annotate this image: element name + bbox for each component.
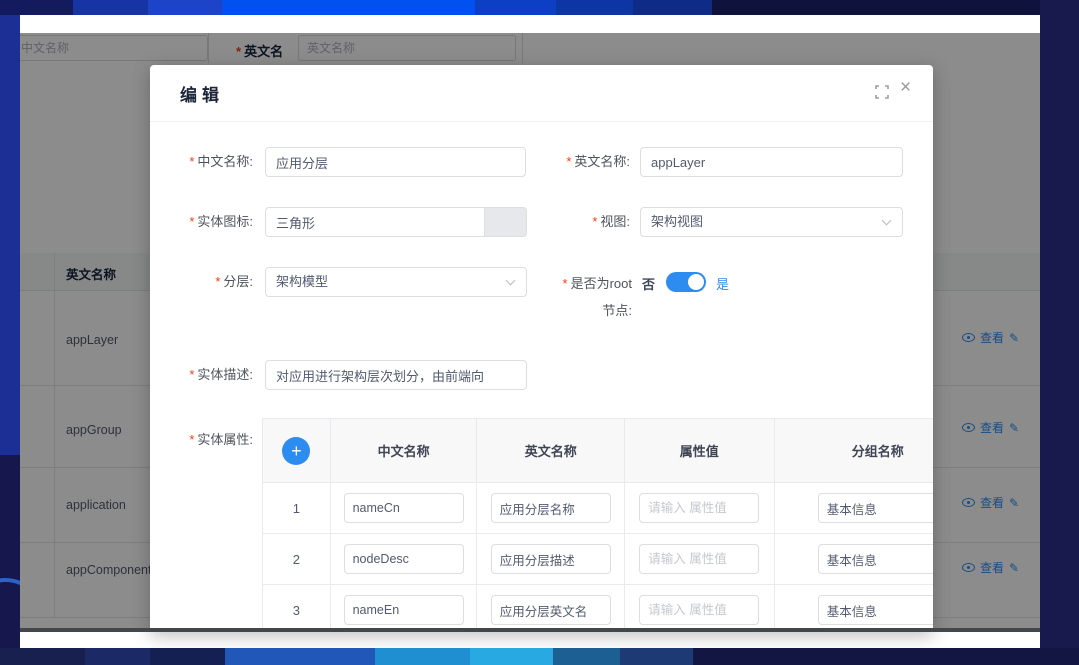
required-mark: *: [189, 214, 194, 229]
entity-icon-input[interactable]: [265, 207, 485, 237]
decor-bottom-strip-5: [375, 648, 470, 665]
decor-top-strip-8: [712, 0, 1079, 15]
chevron-down-icon: [506, 276, 516, 286]
modal-title: 编辑: [180, 81, 224, 106]
decor-bottom-strip-7: [553, 648, 620, 665]
chevron-down-icon: [882, 216, 892, 226]
attr-value-input[interactable]: [639, 544, 759, 574]
close-icon[interactable]: ×: [900, 78, 911, 97]
en-name-input[interactable]: [640, 147, 903, 177]
window-bottom-edge: [20, 628, 1040, 632]
required-mark: *: [566, 154, 571, 169]
attr-group-input[interactable]: [818, 544, 933, 574]
cn-name-input[interactable]: [265, 147, 526, 177]
edit-modal: 编辑 × *中文名称: *英文名称: *实体图标: *视图:: [150, 65, 933, 632]
attr-col-header-group: 分组名称: [852, 441, 904, 460]
toggle-off-label: 否: [642, 274, 655, 293]
attr-value-input[interactable]: [639, 493, 759, 523]
attr-value-input[interactable]: [639, 595, 759, 625]
entity-desc-input[interactable]: [265, 360, 527, 390]
attr-en-input[interactable]: [491, 493, 611, 523]
entity-desc-label: *实体描述:: [150, 360, 253, 390]
toggle-on-label: 是: [716, 274, 729, 293]
attributes-table-header: + 中文名称 英文名称 属性值 分组名称: [263, 419, 933, 483]
fullscreen-icon[interactable]: [875, 85, 889, 99]
modal-header-divider: [150, 121, 933, 122]
add-attribute-button[interactable]: +: [282, 437, 310, 465]
entity-attrs-label: *实体属性:: [150, 425, 253, 455]
icon-picker-button[interactable]: [485, 207, 527, 237]
decor-top-strip-6: [556, 0, 633, 15]
view-select[interactable]: 架构视图: [640, 207, 903, 237]
attr-cn-input[interactable]: [344, 493, 464, 523]
root-toggle[interactable]: [666, 272, 706, 292]
plus-icon: +: [291, 441, 302, 461]
is-root-label: *是否为root节点:: [554, 270, 632, 324]
decor-bottom-strip-2: [85, 648, 150, 665]
attr-col-header-cn: 中文名称: [378, 441, 430, 460]
attr-col-header-value: 属性值: [680, 441, 719, 460]
attr-group-input[interactable]: [818, 595, 933, 625]
attribute-row: 3: [263, 585, 933, 632]
decor-top-strip-7: [633, 0, 712, 15]
attr-cn-input[interactable]: [344, 544, 464, 574]
app-window: *英文名 英文名称 appLayer appGroup application …: [20, 15, 1040, 648]
required-mark: *: [215, 274, 220, 289]
decor-bottom-strip-3: [150, 648, 225, 665]
attr-row-index: 1: [293, 501, 300, 516]
decor-top-strip-1: [0, 0, 73, 15]
decor-bottom-strip-4: [225, 648, 375, 665]
decor-bottom-strip-1: [0, 648, 85, 665]
decor-top-strip-4: [222, 0, 475, 15]
attr-row-index: 3: [293, 603, 300, 618]
decor-top-strip-5: [475, 0, 556, 15]
attr-group-input[interactable]: [818, 493, 933, 523]
required-mark: *: [189, 367, 194, 382]
decor-top-strip-3: [148, 0, 222, 15]
required-mark: *: [592, 214, 597, 229]
decor-right-strip: [1040, 0, 1079, 665]
view-select-value: 架构视图: [651, 214, 703, 229]
decor-left-strip-upper: [0, 15, 20, 455]
attr-col-header-en: 英文名称: [525, 441, 577, 460]
attr-en-input[interactable]: [491, 595, 611, 625]
decor-bottom-strip-8: [620, 648, 693, 665]
attribute-row: 2: [263, 534, 933, 585]
layer-label: *分层:: [150, 267, 253, 297]
required-mark: *: [563, 276, 568, 291]
en-name-label: *英文名称:: [527, 147, 630, 177]
required-mark: *: [189, 432, 194, 447]
layer-select[interactable]: 架构模型: [265, 267, 527, 297]
attr-en-input[interactable]: [491, 544, 611, 574]
decor-top-strip-2: [73, 0, 148, 15]
decor-bottom-strip-9: [693, 648, 1079, 665]
attr-row-index: 2: [293, 552, 300, 567]
attributes-table: + 中文名称 英文名称 属性值 分组名称 1 2: [262, 418, 933, 632]
entity-icon-label: *实体图标:: [150, 207, 253, 237]
toggle-knob: [688, 274, 704, 290]
decor-bottom-strip-6: [470, 648, 553, 665]
cn-name-label: *中文名称:: [150, 147, 253, 177]
view-label: *视图:: [527, 207, 630, 237]
attr-cn-input[interactable]: [344, 595, 464, 625]
attribute-row: 1: [263, 483, 933, 534]
desktop-background: *英文名 英文名称 appLayer appGroup application …: [0, 0, 1079, 665]
required-mark: *: [189, 154, 194, 169]
layer-select-value: 架构模型: [276, 274, 328, 289]
